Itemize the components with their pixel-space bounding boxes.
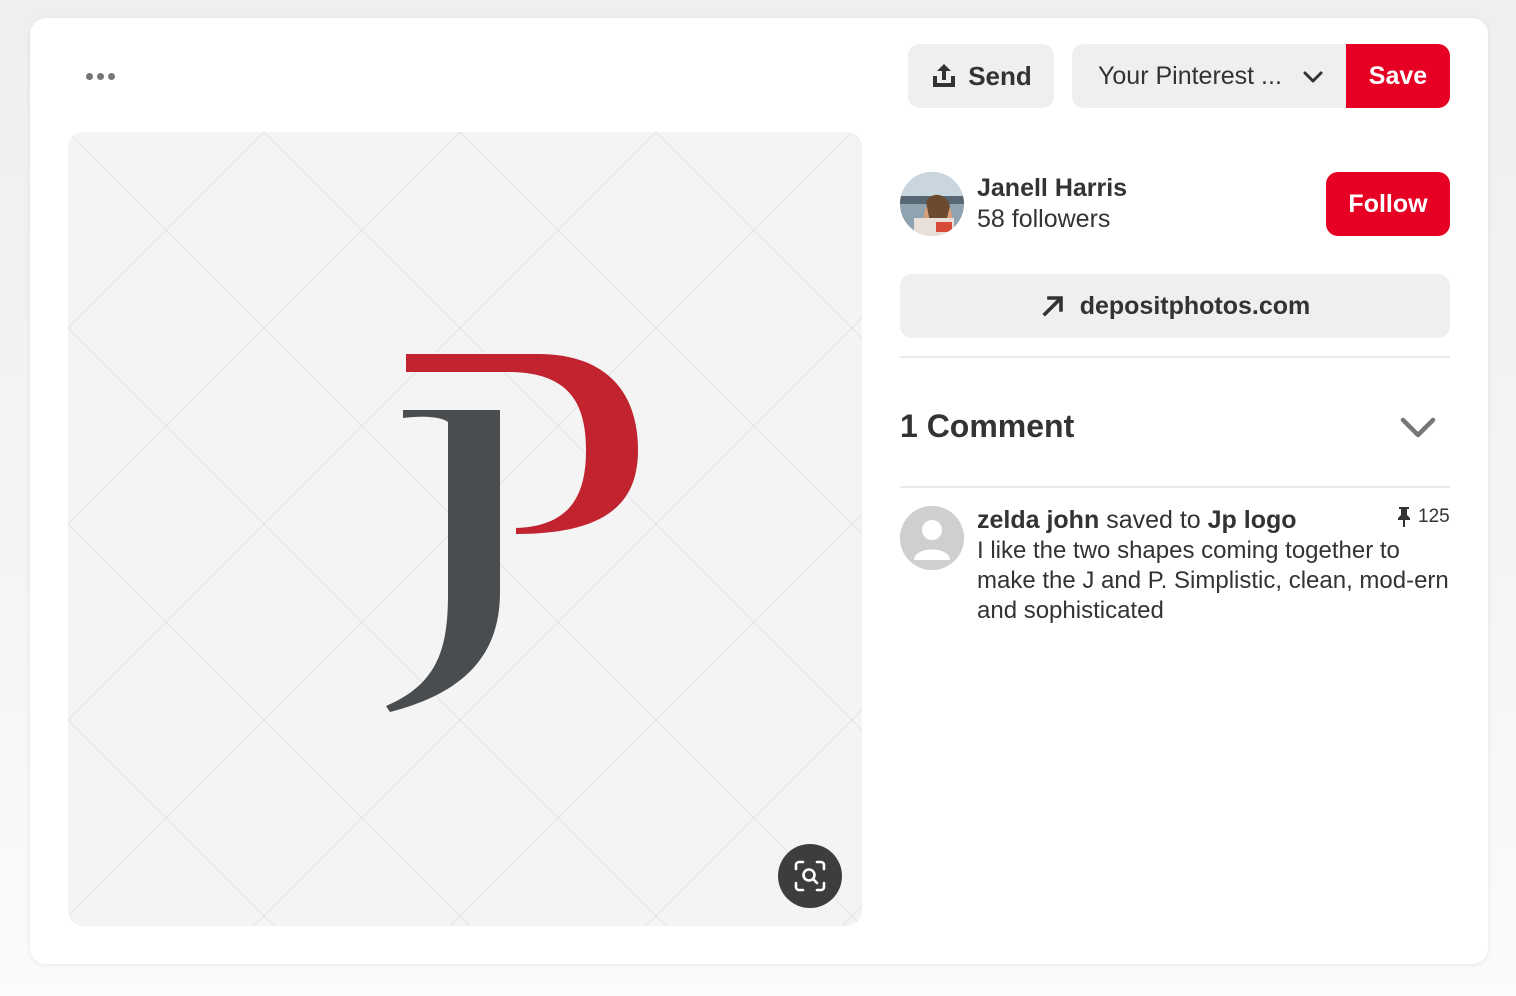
more-options-button[interactable]	[70, 58, 130, 94]
creator-name[interactable]: Janell Harris	[977, 174, 1127, 203]
creator-avatar-photo	[900, 172, 964, 236]
chevron-down-icon	[1303, 71, 1323, 83]
chevron-down-icon	[1400, 417, 1436, 438]
default-user-icon	[900, 506, 964, 570]
divider	[900, 356, 1450, 358]
creator-avatar[interactable]	[900, 172, 964, 236]
save-count: 125	[1396, 506, 1450, 528]
commenter-avatar[interactable]	[900, 506, 964, 570]
more-horizontal-icon	[85, 72, 93, 80]
save-count-value: 125	[1418, 506, 1450, 527]
pin-image[interactable]	[68, 132, 862, 926]
share-upload-icon	[933, 64, 956, 87]
source-link-button[interactable]: depositphotos.com	[900, 274, 1450, 338]
follow-button[interactable]: Follow	[1326, 172, 1450, 236]
comment-header: zelda john saved to Jp logo	[977, 506, 1297, 535]
send-label: Send	[968, 60, 1032, 91]
board-select-value: Your Pinterest ...	[1098, 61, 1282, 90]
send-button[interactable]: Send	[908, 44, 1054, 108]
creator-followers: 58 followers	[977, 205, 1111, 233]
more-dot	[96, 72, 104, 80]
source-link-label: depositphotos.com	[1079, 291, 1311, 320]
visual-search-button[interactable]	[778, 844, 842, 908]
comment-board-link[interactable]: Jp logo	[1208, 506, 1297, 534]
comments-heading: 1 Comment	[900, 408, 1075, 444]
board-select-dropdown[interactable]: Your Pinterest ...	[1072, 44, 1346, 108]
comment-author[interactable]: zelda john	[977, 506, 1099, 534]
comment-text: I like the two shapes coming together to…	[977, 537, 1449, 624]
save-button[interactable]: Save	[1346, 44, 1450, 108]
visual-search-icon	[794, 860, 826, 892]
more-dot	[107, 72, 115, 80]
arrow-up-right-icon	[1042, 296, 1063, 317]
divider	[900, 486, 1450, 488]
comments-toggle-button[interactable]	[1398, 410, 1438, 451]
comment-action: saved to	[1106, 506, 1201, 534]
pin-icon	[1398, 507, 1410, 527]
jp-logo-image	[68, 132, 862, 926]
